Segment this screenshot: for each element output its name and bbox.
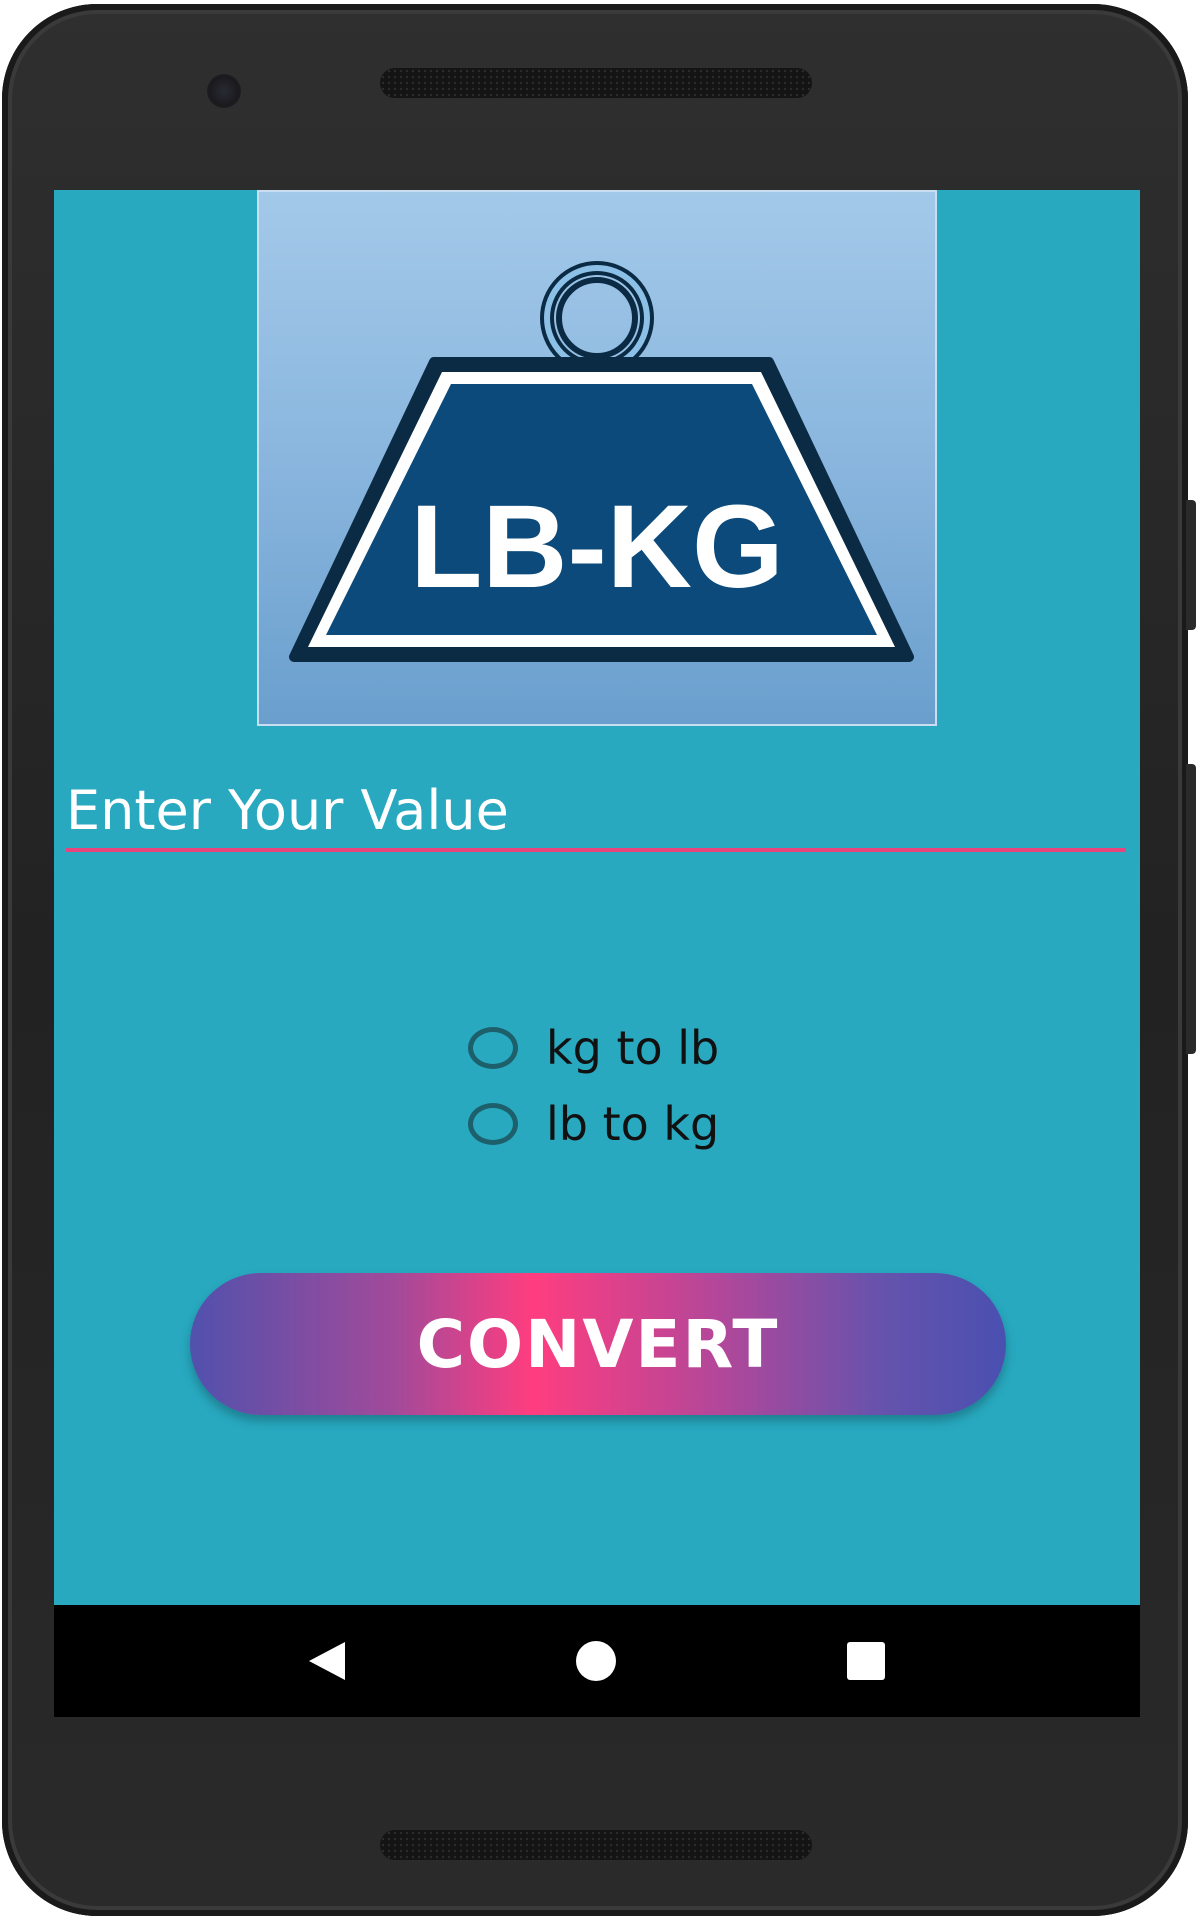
radio-button-kg-to-lb[interactable]	[468, 1027, 518, 1069]
radio-label-kg-to-lb: kg to lb	[546, 1021, 720, 1075]
conversion-radio-group: kg to lb lb to kg	[468, 1010, 719, 1162]
nav-recents-button[interactable]	[806, 1605, 926, 1717]
convert-button[interactable]: CONVERT	[190, 1273, 1006, 1415]
top-speaker-grille	[380, 68, 812, 98]
recents-square-icon	[847, 1642, 885, 1680]
volume-button	[1186, 764, 1196, 1054]
nav-home-button[interactable]	[536, 1605, 656, 1717]
bottom-speaker-grille	[380, 1830, 812, 1860]
home-circle-icon	[576, 1641, 616, 1681]
power-button	[1186, 500, 1196, 630]
app-screen: LB-KG kg to lb lb to kg CONVERT	[54, 190, 1140, 1717]
radio-option-kg-to-lb[interactable]: kg to lb	[468, 1010, 719, 1086]
logo-text: LB-KG	[410, 481, 784, 613]
value-input[interactable]	[66, 772, 1126, 852]
weight-icon: LB-KG	[289, 261, 914, 662]
app-logo: LB-KG	[257, 190, 937, 726]
back-triangle-icon	[309, 1642, 345, 1680]
radio-option-lb-to-kg[interactable]: lb to kg	[468, 1086, 719, 1162]
radio-label-lb-to-kg: lb to kg	[546, 1097, 720, 1151]
radio-button-lb-to-kg[interactable]	[468, 1103, 518, 1145]
phone-frame: LB-KG kg to lb lb to kg CONVERT	[2, 4, 1196, 1916]
system-navigation-bar	[54, 1605, 1140, 1717]
nav-back-button[interactable]	[268, 1605, 388, 1717]
front-camera	[207, 74, 241, 108]
